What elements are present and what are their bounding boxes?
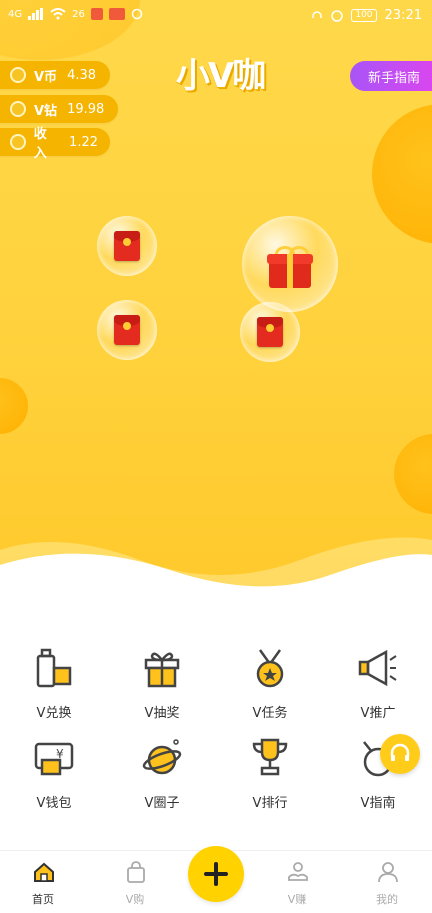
feature-label: V推广 xyxy=(360,706,396,721)
diamond-value: 19.98 xyxy=(67,101,105,117)
income-label: 收入 xyxy=(33,127,47,161)
tab-earn[interactable]: V赚 xyxy=(254,851,340,913)
income-balance[interactable]: 收入 1.22 xyxy=(0,127,110,161)
app-logo: 小V咖 xyxy=(175,56,266,96)
decor-blob xyxy=(394,434,432,514)
feature-label: V抽奖 xyxy=(144,706,180,721)
coin-balance[interactable]: V币 4.38 xyxy=(0,61,110,89)
headphone-icon xyxy=(312,10,323,18)
planet-icon xyxy=(142,739,182,775)
profile-icon xyxy=(378,862,398,883)
network-label: 4G xyxy=(8,8,23,20)
feature-label: V兑换 xyxy=(36,706,72,721)
svg-text:¥: ¥ xyxy=(56,747,64,761)
tab-label: 首页 xyxy=(32,893,54,906)
feature-circle[interactable]: V圈子 xyxy=(108,730,216,811)
medal-icon xyxy=(256,649,284,688)
headset-icon xyxy=(390,743,410,761)
coin-value: 4.38 xyxy=(67,67,97,83)
diamond-icon xyxy=(10,101,26,117)
plus-icon xyxy=(204,862,228,886)
feature-ranking[interactable]: V排行 xyxy=(216,730,324,811)
shopping-bag-icon xyxy=(127,861,145,883)
clock: 23:21 xyxy=(384,8,422,23)
wifi-icon xyxy=(50,8,66,20)
speed-label: 26 xyxy=(72,8,85,20)
battery-icon: 100 xyxy=(351,9,377,22)
income-icon xyxy=(10,134,26,150)
tab-label: 我的 xyxy=(376,893,398,906)
feature-label: V钱包 xyxy=(36,796,72,811)
exchange-icon xyxy=(36,648,72,688)
tab-home[interactable]: 首页 xyxy=(0,851,86,913)
feature-exchange[interactable]: V兑换 xyxy=(0,640,108,721)
feature-wallet[interactable]: ¥ V钱包 xyxy=(0,730,108,811)
status-bar: 4G 26 100 23:21 xyxy=(0,0,432,34)
gift-box-bubble[interactable] xyxy=(242,216,338,312)
coin-label: V币 xyxy=(34,69,58,85)
wave-divider xyxy=(0,537,432,600)
customer-service-button[interactable] xyxy=(380,734,420,774)
tab-shop[interactable]: V购 xyxy=(92,851,178,913)
tab-label: V赚 xyxy=(287,893,307,906)
earn-icon xyxy=(288,862,308,881)
trophy-icon xyxy=(252,738,288,776)
income-value: 1.22 xyxy=(69,134,98,150)
app-notification-icon xyxy=(90,8,103,20)
hero-banner: 4G 26 100 23:21 V币 4.38 V钻 19.98 收入 1.22… xyxy=(0,0,432,600)
feature-label: V排行 xyxy=(252,796,288,811)
feature-promote[interactable]: V推广 xyxy=(324,640,432,721)
red-envelope-bubble[interactable] xyxy=(240,302,300,362)
red-envelope-icon xyxy=(114,231,140,261)
diamond-balance[interactable]: V钻 19.98 xyxy=(0,95,118,123)
diamond-label: V钻 xyxy=(34,103,58,119)
red-envelope-icon xyxy=(257,317,283,347)
gift-icon xyxy=(144,652,180,688)
decor-blob xyxy=(372,104,432,244)
wallet-icon: ¥ xyxy=(34,742,74,776)
feature-task[interactable]: V任务 xyxy=(216,640,324,721)
beginner-guide-button[interactable]: 新手指南 xyxy=(349,61,432,91)
signal-icon xyxy=(28,8,44,20)
feature-label: V圈子 xyxy=(144,796,180,811)
home-icon xyxy=(34,862,54,882)
red-envelope-icon xyxy=(114,315,140,345)
publish-plus-button[interactable] xyxy=(188,846,244,902)
gift-box-icon xyxy=(267,246,313,288)
app-notification-icon xyxy=(108,8,125,20)
sync-icon xyxy=(131,8,143,20)
decor-blob xyxy=(0,378,28,434)
feature-label: V任务 xyxy=(252,706,288,721)
red-envelope-bubble[interactable] xyxy=(97,216,157,276)
coin-icon xyxy=(10,67,26,83)
feature-lottery[interactable]: V抽奖 xyxy=(108,640,216,721)
alarm-icon xyxy=(331,9,344,22)
red-envelope-bubble[interactable] xyxy=(97,300,157,360)
tab-profile[interactable]: 我的 xyxy=(344,851,430,913)
feature-label: V指南 xyxy=(360,796,396,811)
tab-label: V购 xyxy=(125,893,145,906)
megaphone-icon xyxy=(358,649,397,687)
